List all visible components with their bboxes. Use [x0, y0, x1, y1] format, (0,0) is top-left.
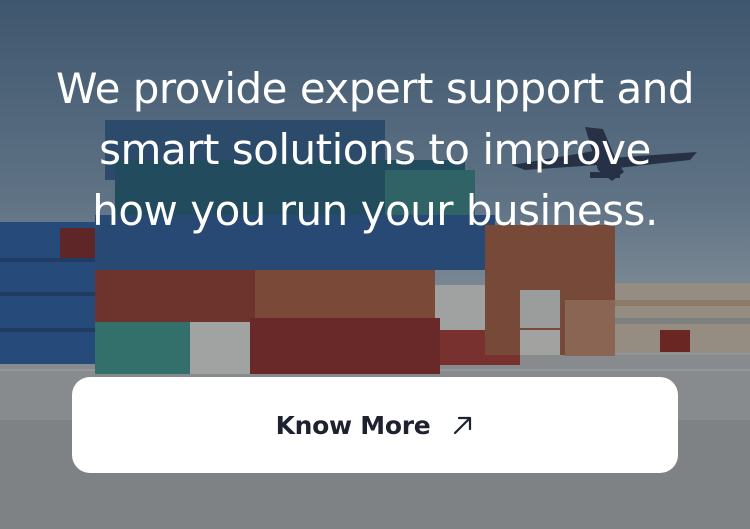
- know-more-label: Know More: [275, 410, 431, 440]
- hero-banner: We provide expert support and smart solu…: [0, 0, 750, 529]
- know-more-button[interactable]: Know More: [72, 377, 678, 473]
- arrow-up-right-icon: [452, 414, 474, 436]
- hero-headline: We provide expert support and smart solu…: [56, 64, 695, 235]
